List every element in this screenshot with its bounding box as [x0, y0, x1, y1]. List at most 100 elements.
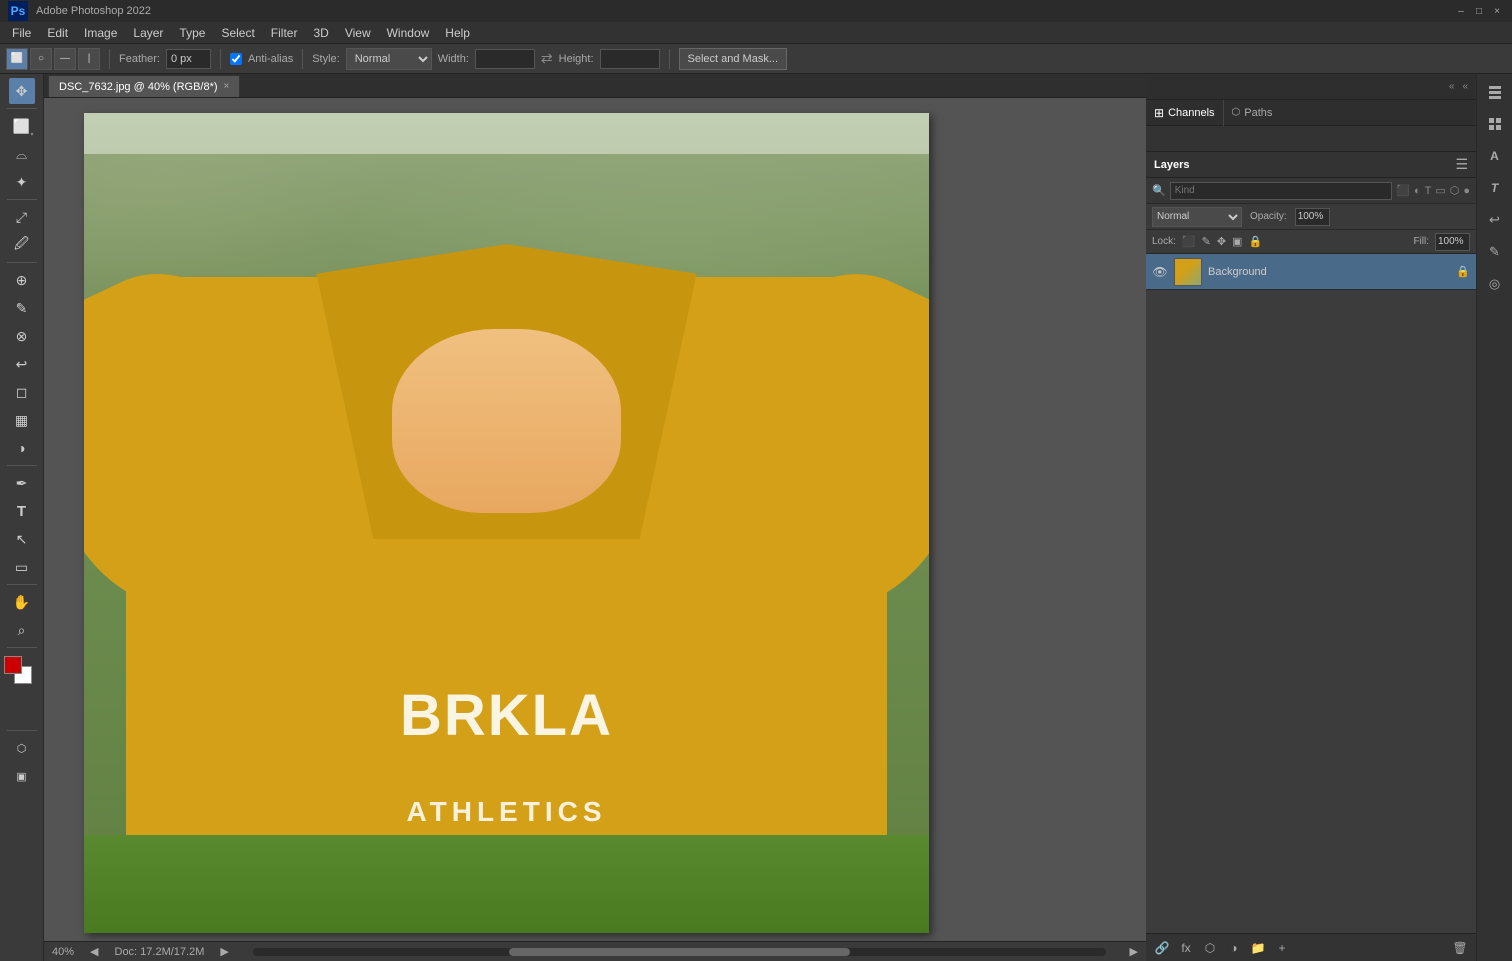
- gradient-tool[interactable]: ▦: [9, 407, 35, 433]
- filter-type-icon[interactable]: T: [1425, 185, 1432, 197]
- learn-btn[interactable]: A: [1481, 142, 1509, 170]
- magic-wand-tool[interactable]: ✦: [9, 169, 35, 195]
- toolbar-sep-1: [7, 108, 37, 109]
- swap-wh-icon[interactable]: ⇄: [541, 50, 553, 67]
- color-wheel-btn[interactable]: ◎: [1481, 270, 1509, 298]
- layers-menu-icon[interactable]: ☰: [1455, 156, 1468, 173]
- pen-tool[interactable]: ✒: [9, 470, 35, 496]
- filter-shape-icon[interactable]: ▭: [1435, 184, 1445, 197]
- crop-tool[interactable]: ⤢: [9, 204, 35, 230]
- screen-mode-btn[interactable]: ▣: [9, 763, 35, 789]
- maximize-btn[interactable]: □: [1472, 4, 1486, 18]
- menu-select[interactable]: Select: [213, 22, 262, 44]
- clone-tool[interactable]: ⊗: [9, 323, 35, 349]
- filter-toggle-icon[interactable]: ●: [1463, 185, 1470, 197]
- opacity-input[interactable]: [1295, 208, 1330, 226]
- lock-image-icon[interactable]: ✎: [1202, 235, 1211, 248]
- type-tool[interactable]: T: [9, 498, 35, 524]
- width-input[interactable]: [475, 49, 535, 69]
- antialias-checkbox[interactable]: [230, 53, 242, 65]
- doc-tab-close[interactable]: ×: [224, 81, 230, 92]
- menu-3d[interactable]: 3D: [305, 22, 336, 44]
- style-select[interactable]: Normal Fixed Ratio Fixed Size: [346, 48, 432, 70]
- single-col-btn[interactable]: |: [78, 48, 100, 70]
- lock-pixels-icon[interactable]: ⬛: [1182, 235, 1196, 248]
- delete-layer-btn[interactable]: 🗑: [1450, 938, 1470, 958]
- filter-pixel-icon[interactable]: ⬛: [1396, 184, 1410, 197]
- feather-input[interactable]: [166, 49, 211, 69]
- collapse-btn[interactable]: «: [1445, 81, 1459, 92]
- menu-image[interactable]: Image: [76, 22, 125, 44]
- filter-adjustment-icon[interactable]: ◐: [1414, 185, 1421, 197]
- history-btn[interactable]: ↩: [1481, 206, 1509, 234]
- status-arrow-right[interactable]: ▶: [220, 945, 228, 958]
- status-arrow-left[interactable]: ◀: [90, 945, 98, 958]
- history-brush-tool[interactable]: ↩: [9, 351, 35, 377]
- add-group-btn[interactable]: 📁: [1248, 938, 1268, 958]
- fg-color-swatch[interactable]: [4, 656, 22, 674]
- channels-tab[interactable]: ⊞ Channels: [1146, 100, 1224, 126]
- right-section: « « ⊞ Channels ⬡ Paths Layers ☰: [1146, 74, 1476, 961]
- libraries-btn[interactable]: [1481, 110, 1509, 138]
- layer-visibility-eye[interactable]: 👁: [1152, 264, 1168, 280]
- single-row-btn[interactable]: —: [54, 48, 76, 70]
- eyedropper-tool[interactable]: 🖉: [9, 232, 35, 258]
- add-adjustment-btn[interactable]: ◑: [1224, 938, 1244, 958]
- shape-tool[interactable]: ▭: [9, 554, 35, 580]
- eraser-tool[interactable]: ◻: [9, 379, 35, 405]
- channels-grid-icon: ⊞: [1154, 106, 1164, 120]
- lasso-tool[interactable]: ⌓: [9, 141, 35, 167]
- toolbar-sep-2: [7, 199, 37, 200]
- blend-mode-select[interactable]: Normal Multiply Screen Overlay: [1152, 207, 1242, 227]
- burn-tool[interactable]: ◑: [9, 435, 35, 461]
- channels-paths-tabs: ⊞ Channels ⬡ Paths: [1146, 100, 1476, 126]
- ps-logo: Ps: [8, 1, 28, 21]
- move-tool[interactable]: ✥: [9, 78, 35, 104]
- doc-tab-active[interactable]: DSC_7632.jpg @ 40% (RGB/8*) ×: [48, 75, 240, 97]
- layer-item-background[interactable]: 👁 Background 🔒: [1146, 254, 1476, 290]
- menu-view[interactable]: View: [337, 22, 379, 44]
- menu-layer[interactable]: Layer: [125, 22, 171, 44]
- menu-edit[interactable]: Edit: [39, 22, 76, 44]
- filter-smartobj-icon[interactable]: ⬡: [1450, 184, 1460, 197]
- lock-position-icon[interactable]: ✥: [1217, 235, 1226, 248]
- new-layer-btn[interactable]: +: [1272, 938, 1292, 958]
- layers-search-input[interactable]: [1170, 182, 1393, 200]
- type-btn[interactable]: T: [1481, 174, 1509, 202]
- menu-filter[interactable]: Filter: [263, 22, 306, 44]
- ellipse-marquee-btn[interactable]: ○: [30, 48, 52, 70]
- link-layers-btn[interactable]: 🔗: [1152, 938, 1172, 958]
- close-btn[interactable]: ×: [1490, 4, 1504, 18]
- hscroll-track[interactable]: [253, 948, 1106, 956]
- quick-mask-btn[interactable]: ⬡: [9, 735, 35, 761]
- brush-preset-btn[interactable]: ✎: [1481, 238, 1509, 266]
- select-mask-btn[interactable]: Select and Mask...: [679, 48, 788, 70]
- swatch-wrap: [4, 656, 40, 692]
- lock-artboard-icon[interactable]: ▣: [1232, 235, 1242, 248]
- rect-marquee-btn[interactable]: ⬜: [6, 48, 28, 70]
- properties-btn[interactable]: [1481, 78, 1509, 106]
- scroll-end-arrow[interactable]: ▶: [1130, 945, 1138, 958]
- hscroll-thumb[interactable]: [509, 948, 850, 956]
- paths-tab[interactable]: ⬡ Paths: [1224, 100, 1281, 126]
- menu-help[interactable]: Help: [437, 22, 478, 44]
- menu-file[interactable]: File: [4, 22, 39, 44]
- hand-tool[interactable]: ✋: [9, 589, 35, 615]
- brush-tool[interactable]: ✎: [9, 295, 35, 321]
- add-mask-btn[interactable]: ⬡: [1200, 938, 1220, 958]
- photo-background: BRKLA ATHLETICS: [84, 113, 929, 933]
- lock-all-icon[interactable]: 🔒: [1248, 235, 1262, 248]
- expand-btn[interactable]: «: [1458, 81, 1472, 92]
- minimize-btn[interactable]: –: [1454, 4, 1468, 18]
- zoom-tool[interactable]: ⌕: [9, 617, 35, 643]
- fx-btn[interactable]: fx: [1176, 938, 1196, 958]
- menu-window[interactable]: Window: [379, 22, 438, 44]
- window-controls[interactable]: – □ ×: [1454, 4, 1504, 18]
- heal-tool[interactable]: ⊕: [9, 267, 35, 293]
- fill-input[interactable]: [1435, 233, 1470, 251]
- doc-tab-name: DSC_7632.jpg @ 40% (RGB/8*): [59, 81, 218, 93]
- menu-type[interactable]: Type: [171, 22, 213, 44]
- path-select-tool[interactable]: ↖: [9, 526, 35, 552]
- height-input[interactable]: [600, 49, 660, 69]
- marquee-tool[interactable]: ⬜ ▾: [9, 113, 35, 139]
